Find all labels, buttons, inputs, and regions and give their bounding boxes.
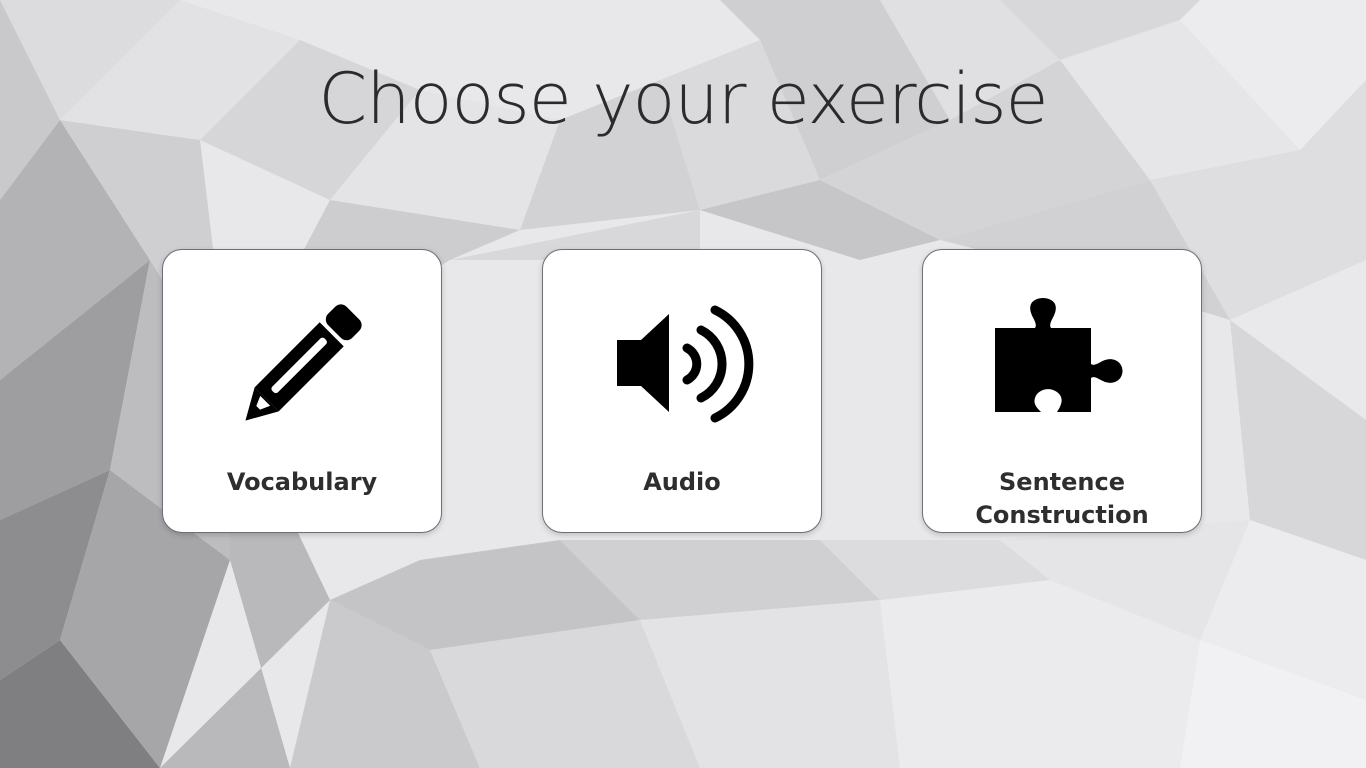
page-title: Choose your exercise bbox=[318, 58, 1048, 140]
sentence-construction-exercise-card[interactable]: Sentence Construction bbox=[922, 249, 1202, 533]
vocabulary-exercise-card[interactable]: Vocabulary bbox=[162, 249, 442, 533]
puzzle-piece-icon bbox=[987, 294, 1137, 434]
audio-exercise-card[interactable]: Audio bbox=[542, 249, 822, 533]
vocabulary-label: Vocabulary bbox=[226, 468, 378, 496]
speaker-icon bbox=[607, 294, 757, 434]
pencil-icon bbox=[227, 294, 377, 434]
sentence-construction-label: Sentence Construction bbox=[975, 468, 1149, 529]
audio-label: Audio bbox=[643, 468, 721, 496]
